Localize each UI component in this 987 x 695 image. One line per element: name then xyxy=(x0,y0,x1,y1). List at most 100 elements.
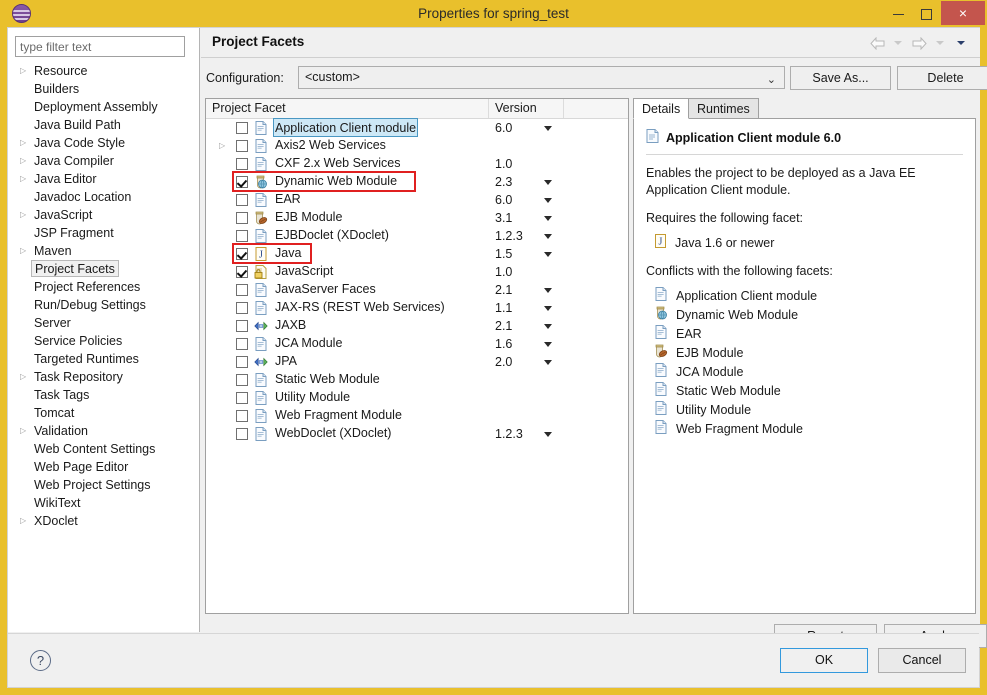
facet-checkbox[interactable] xyxy=(236,176,248,188)
sidebar-item-task-tags[interactable]: Task Tags xyxy=(8,386,198,404)
sidebar-item-validation[interactable]: ▷ Validation xyxy=(8,422,198,440)
facet-checkbox[interactable] xyxy=(236,428,248,440)
facet-checkbox[interactable] xyxy=(236,374,248,386)
facet-checkbox[interactable] xyxy=(236,392,248,404)
tab-details[interactable]: Details xyxy=(633,98,690,119)
facet-checkbox[interactable] xyxy=(236,410,248,422)
facet-checkbox[interactable] xyxy=(236,302,248,314)
facet-checkbox[interactable] xyxy=(236,158,248,170)
sidebar-item-service-policies[interactable]: Service Policies xyxy=(8,332,198,350)
view-menu-icon[interactable] xyxy=(951,33,971,53)
table-row[interactable]: JPA 2.0 xyxy=(206,353,628,371)
table-row[interactable]: JavaScript 1.0 xyxy=(206,263,628,281)
maximize-button[interactable] xyxy=(912,0,940,27)
table-row[interactable]: WebDoclet (XDoclet) 1.2.3 xyxy=(206,425,628,443)
table-row[interactable]: JCA Module 1.6 xyxy=(206,335,628,353)
chevron-right-icon[interactable]: ▷ xyxy=(20,152,30,170)
chevron-right-icon[interactable]: ▷ xyxy=(20,368,30,386)
sidebar-item-deployment-assembly[interactable]: Deployment Assembly xyxy=(8,98,198,116)
version-dropdown-icon[interactable] xyxy=(544,306,552,311)
version-dropdown-icon[interactable] xyxy=(544,216,552,221)
sidebar-item-maven[interactable]: ▷ Maven xyxy=(8,242,198,260)
version-dropdown-icon[interactable] xyxy=(544,342,552,347)
sidebar-item-targeted-runtimes[interactable]: Targeted Runtimes xyxy=(8,350,198,368)
column-header-version[interactable]: Version xyxy=(489,99,564,118)
sidebar-item-resource[interactable]: ▷ Resource xyxy=(8,62,198,80)
version-dropdown-icon[interactable] xyxy=(544,126,552,131)
forward-arrow-icon[interactable] xyxy=(909,33,929,53)
table-row[interactable]: J Java 1.5 xyxy=(206,245,628,263)
table-row[interactable]: EJBDoclet (XDoclet) 1.2.3 xyxy=(206,227,628,245)
table-row[interactable]: JAX-RS (REST Web Services) 1.1 xyxy=(206,299,628,317)
forward-dropdown-icon[interactable] xyxy=(930,33,950,53)
sidebar-item-project-facets[interactable]: Project Facets xyxy=(8,260,198,278)
sidebar-item-java-compiler[interactable]: ▷ Java Compiler xyxy=(8,152,198,170)
column-header-extra[interactable] xyxy=(564,99,628,118)
save-as-button[interactable]: Save As... xyxy=(790,66,891,90)
facet-checkbox[interactable] xyxy=(236,266,248,278)
facet-checkbox[interactable] xyxy=(236,338,248,350)
facet-checkbox[interactable] xyxy=(236,320,248,332)
sidebar-item-jsp-fragment[interactable]: JSP Fragment xyxy=(8,224,198,242)
sidebar-item-tomcat[interactable]: Tomcat xyxy=(8,404,198,422)
table-row[interactable]: ▷ Axis2 Web Services xyxy=(206,137,628,155)
sidebar-item-builders[interactable]: Builders xyxy=(8,80,198,98)
sidebar-item-server[interactable]: Server xyxy=(8,314,198,332)
close-button[interactable]: × xyxy=(941,1,985,25)
cancel-button[interactable]: Cancel xyxy=(878,648,966,673)
facet-checkbox[interactable] xyxy=(236,122,248,134)
table-row[interactable]: Dynamic Web Module 2.3 xyxy=(206,173,628,191)
version-dropdown-icon[interactable] xyxy=(544,288,552,293)
facet-checkbox[interactable] xyxy=(236,356,248,368)
version-dropdown-icon[interactable] xyxy=(544,198,552,203)
table-row[interactable]: JAXB 2.1 xyxy=(206,317,628,335)
sidebar-item-task-repository[interactable]: ▷ Task Repository xyxy=(8,368,198,386)
facet-checkbox[interactable] xyxy=(236,194,248,206)
sidebar-item-wikitext[interactable]: WikiText xyxy=(8,494,198,512)
filter-input[interactable] xyxy=(15,36,185,57)
chevron-right-icon[interactable]: ▷ xyxy=(20,512,30,530)
table-row[interactable]: CXF 2.x Web Services 1.0 xyxy=(206,155,628,173)
table-row[interactable]: Web Fragment Module xyxy=(206,407,628,425)
version-dropdown-icon[interactable] xyxy=(544,360,552,365)
sidebar-item-javadoc-location[interactable]: Javadoc Location xyxy=(8,188,198,206)
chevron-right-icon[interactable]: ▷ xyxy=(20,134,30,152)
sidebar-item-web-project-settings[interactable]: Web Project Settings xyxy=(8,476,198,494)
sidebar-item-project-references[interactable]: Project References xyxy=(8,278,198,296)
sidebar-item-run-debug-settings[interactable]: Run/Debug Settings xyxy=(8,296,198,314)
facet-checkbox[interactable] xyxy=(236,230,248,242)
version-dropdown-icon[interactable] xyxy=(544,324,552,329)
tab-runtimes[interactable]: Runtimes xyxy=(688,98,759,119)
table-row[interactable]: JavaServer Faces 2.1 xyxy=(206,281,628,299)
sidebar-item-xdoclet[interactable]: ▷ XDoclet xyxy=(8,512,198,530)
sidebar-item-javascript[interactable]: ▷ JavaScript xyxy=(8,206,198,224)
table-row[interactable]: Application Client module 6.0 xyxy=(206,118,628,137)
sidebar-item-web-page-editor[interactable]: Web Page Editor xyxy=(8,458,198,476)
version-dropdown-icon[interactable] xyxy=(544,234,552,239)
table-row[interactable]: Utility Module xyxy=(206,389,628,407)
facet-checkbox[interactable] xyxy=(236,140,248,152)
help-icon[interactable]: ? xyxy=(30,650,51,671)
sidebar-item-java-editor[interactable]: ▷ Java Editor xyxy=(8,170,198,188)
version-dropdown-icon[interactable] xyxy=(544,252,552,257)
back-arrow-icon[interactable] xyxy=(867,33,887,53)
ok-button[interactable]: OK xyxy=(780,648,868,673)
configuration-combo[interactable]: <custom> ⌄ xyxy=(298,66,785,89)
facet-checkbox[interactable] xyxy=(236,248,248,260)
chevron-right-icon[interactable]: ▷ xyxy=(20,170,30,188)
table-row[interactable]: Static Web Module xyxy=(206,371,628,389)
facet-checkbox[interactable] xyxy=(236,284,248,296)
version-dropdown-icon[interactable] xyxy=(544,432,552,437)
minimize-button[interactable] xyxy=(884,0,912,27)
version-dropdown-icon[interactable] xyxy=(544,180,552,185)
sidebar-item-web-content-settings[interactable]: Web Content Settings xyxy=(8,440,198,458)
chevron-right-icon[interactable]: ▷ xyxy=(20,242,30,260)
facet-checkbox[interactable] xyxy=(236,212,248,224)
table-row[interactable]: EJB Module 3.1 xyxy=(206,209,628,227)
chevron-right-icon[interactable]: ▷ xyxy=(20,422,30,440)
chevron-right-icon[interactable]: ▷ xyxy=(20,62,30,80)
table-row[interactable]: EAR 6.0 xyxy=(206,191,628,209)
chevron-right-icon[interactable]: ▷ xyxy=(219,137,229,155)
delete-button[interactable]: Delete xyxy=(897,66,987,90)
back-dropdown-icon[interactable] xyxy=(888,33,908,53)
